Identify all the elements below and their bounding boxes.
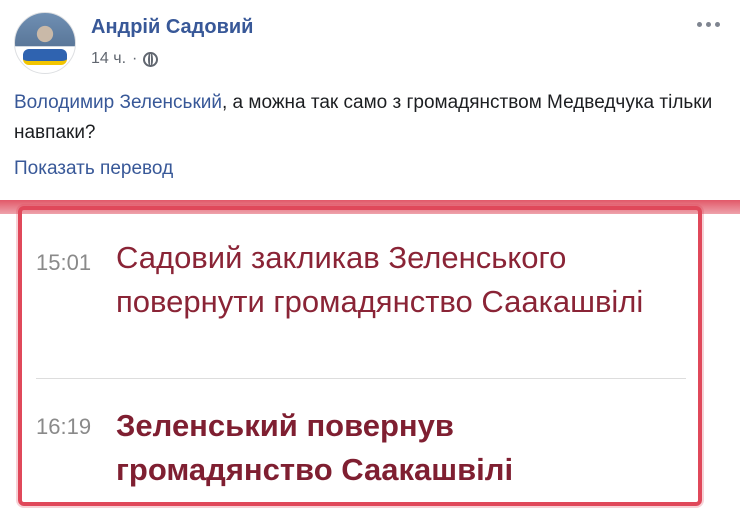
- news-time: 16:19: [36, 414, 92, 439]
- globe-icon[interactable]: [143, 51, 159, 67]
- avatar-badge: [23, 49, 67, 65]
- dot: [696, 21, 702, 27]
- post-header: Андрій Садовий 14 ч. ·: [14, 12, 726, 76]
- show-translation-link[interactable]: Показать перевод: [14, 158, 173, 180]
- more-options-icon[interactable]: [690, 14, 726, 34]
- post-time[interactable]: 14 ч.: [91, 50, 126, 68]
- post-meta: 14 ч. ·: [91, 50, 159, 68]
- dot: [705, 21, 711, 27]
- news-title: Зеленський повернув громадянство Саакашв…: [116, 408, 514, 487]
- post-text: Володимир Зеленський, а можна так само з…: [14, 88, 714, 148]
- shared-image[interactable]: 15:01 Садовий закликав Зеленського повер…: [0, 200, 740, 520]
- news-title: Садовий закликав Зеленського повернути г…: [116, 240, 644, 319]
- meta-separator: ·: [132, 50, 138, 67]
- news-time: 15:01: [36, 250, 92, 275]
- mention-link[interactable]: Володимир Зеленський: [14, 92, 222, 113]
- author-name[interactable]: Андрій Садовий: [91, 16, 253, 39]
- divider: [36, 378, 686, 379]
- avatar[interactable]: [14, 12, 76, 74]
- dot: [714, 21, 720, 27]
